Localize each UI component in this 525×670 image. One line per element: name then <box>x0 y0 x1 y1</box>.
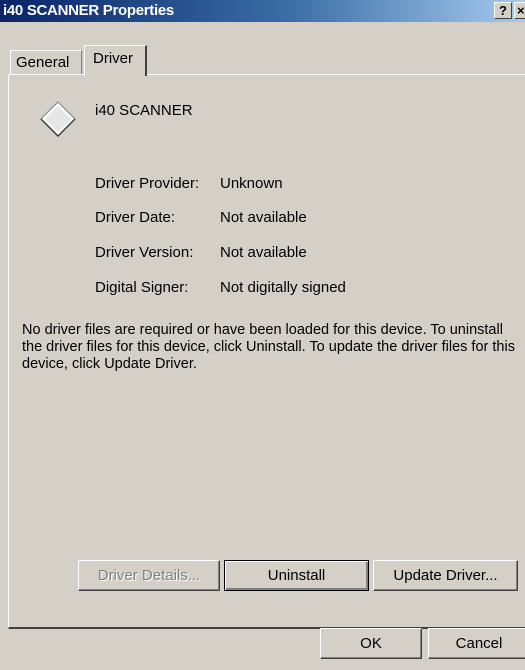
close-button[interactable]: × <box>514 2 525 19</box>
uninstall-label: Uninstall <box>267 567 326 584</box>
driver-provider-value: Unknown <box>220 175 283 192</box>
tab-general-label: General <box>16 54 70 71</box>
digital-signer-value: Not digitally signed <box>220 279 346 296</box>
uninstall-button[interactable]: Uninstall <box>224 560 369 591</box>
ok-button[interactable]: OK <box>320 628 422 659</box>
update-driver-label: Update Driver... <box>393 567 498 584</box>
driver-description: No driver files are required or have bee… <box>22 322 515 372</box>
window-title: i40 SCANNER Properties <box>3 2 174 19</box>
device-name: i40 SCANNER <box>95 102 193 119</box>
device-diamond-icon <box>40 101 76 137</box>
digital-signer-label: Digital Signer: <box>95 279 189 296</box>
tab-driver-label: Driver <box>93 50 133 67</box>
update-driver-button[interactable]: Update Driver... <box>373 560 518 591</box>
driver-date-value: Not available <box>220 209 307 226</box>
cancel-button[interactable]: Cancel <box>428 628 525 659</box>
tab-general[interactable]: General <box>10 50 82 74</box>
driver-version-value: Not available <box>220 244 307 261</box>
driver-details-label: Driver Details... <box>97 567 201 584</box>
driver-details-button[interactable]: Driver Details... <box>78 560 220 591</box>
title-bar[interactable]: i40 SCANNER Properties ? × <box>0 0 525 22</box>
driver-date-label: Driver Date: <box>95 209 176 226</box>
ok-label: OK <box>360 635 382 652</box>
driver-provider-label: Driver Provider: <box>95 175 200 192</box>
tab-driver[interactable]: Driver <box>84 45 147 76</box>
cancel-label: Cancel <box>455 635 503 652</box>
driver-version-label: Driver Version: <box>95 244 194 261</box>
help-button[interactable]: ? <box>494 2 512 19</box>
